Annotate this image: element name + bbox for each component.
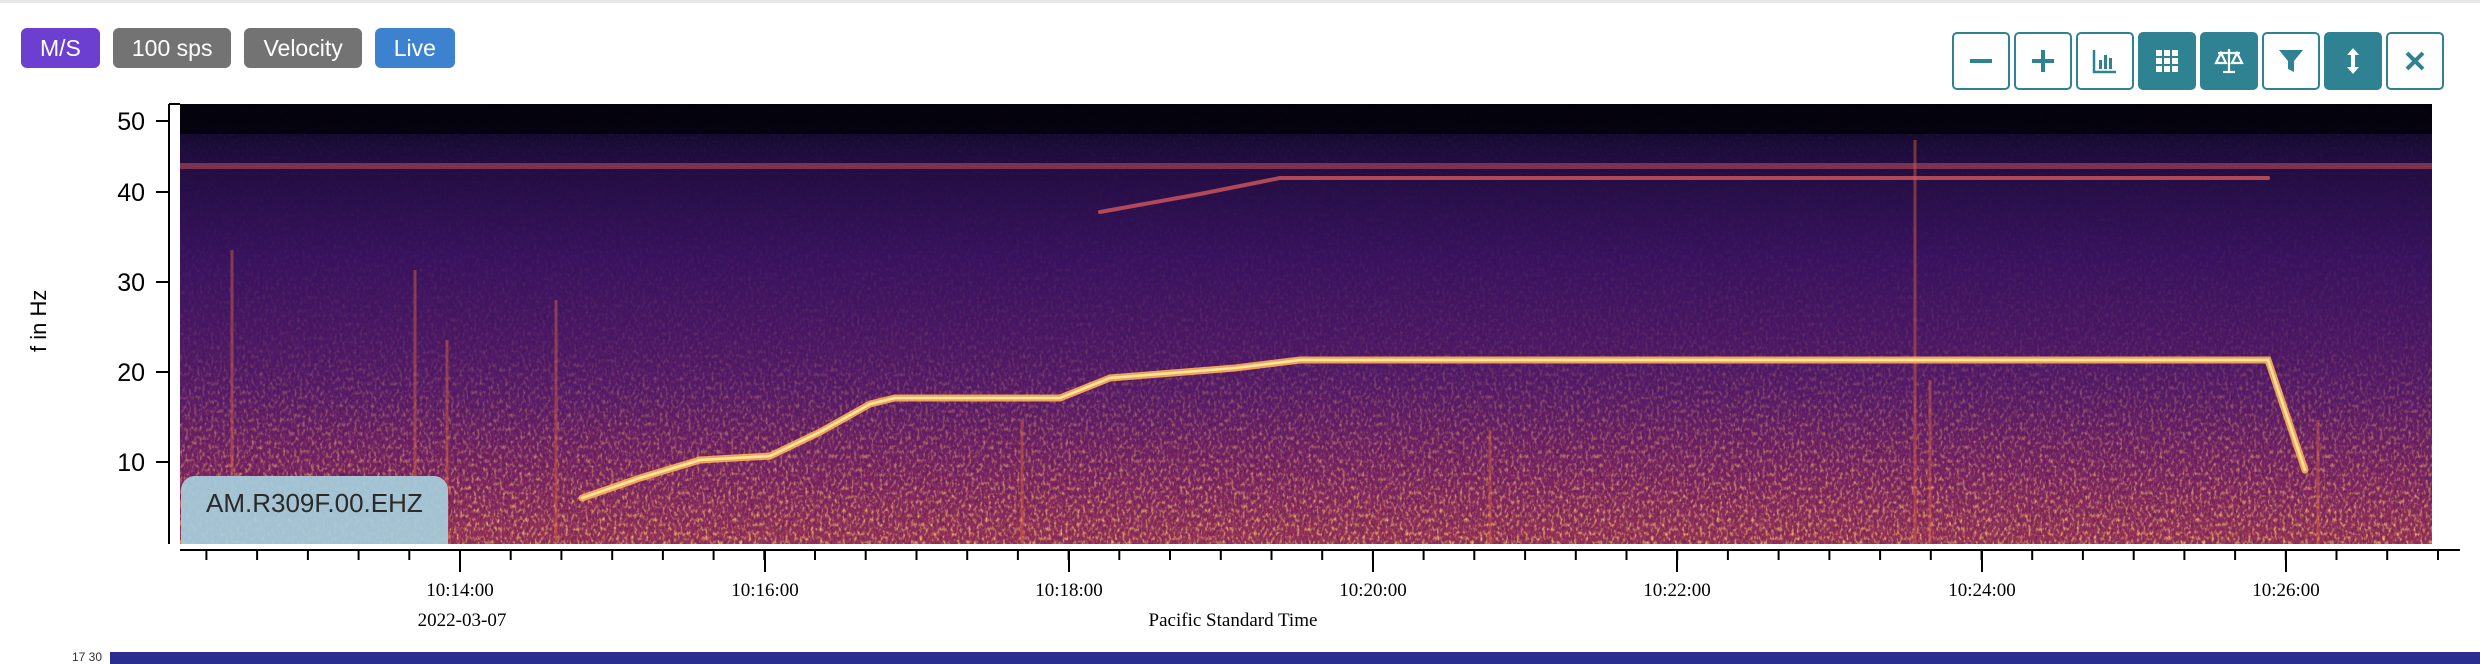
date-label: 2022-03-07 <box>418 610 507 631</box>
station-label: AM.R309F.00.EHZ <box>181 476 448 544</box>
x-tick-label: 10:18:00 <box>1035 580 1103 601</box>
y-tick-label: 20 <box>117 359 145 387</box>
x-tick-label: 10:22:00 <box>1643 580 1711 601</box>
y-tick-label: 10 <box>117 449 145 477</box>
x-tick-label: 10:16:00 <box>731 580 799 601</box>
x-axis <box>180 549 2460 572</box>
y-tick-label: 50 <box>117 108 145 136</box>
y-tick-label: 40 <box>117 179 145 207</box>
y-axis <box>156 103 180 544</box>
spectrogram-plot: 10 20 30 40 50 10:14:00 10:16:00 10:18:0… <box>117 103 2460 631</box>
next-panel-edge: 17 30 <box>0 650 2480 664</box>
x-tick-label: 10:14:00 <box>426 580 494 601</box>
x-tick-label: 10:20:00 <box>1339 580 1407 601</box>
x-axis-label: Pacific Standard Time <box>1149 610 1318 631</box>
partial-text: 17 30 <box>72 650 103 664</box>
spectrogram-image <box>180 104 2432 544</box>
x-tick-label: 10:26:00 <box>2252 580 2320 601</box>
y-tick-label: 30 <box>117 269 145 297</box>
x-tick-label: 10:24:00 <box>1948 580 2016 601</box>
